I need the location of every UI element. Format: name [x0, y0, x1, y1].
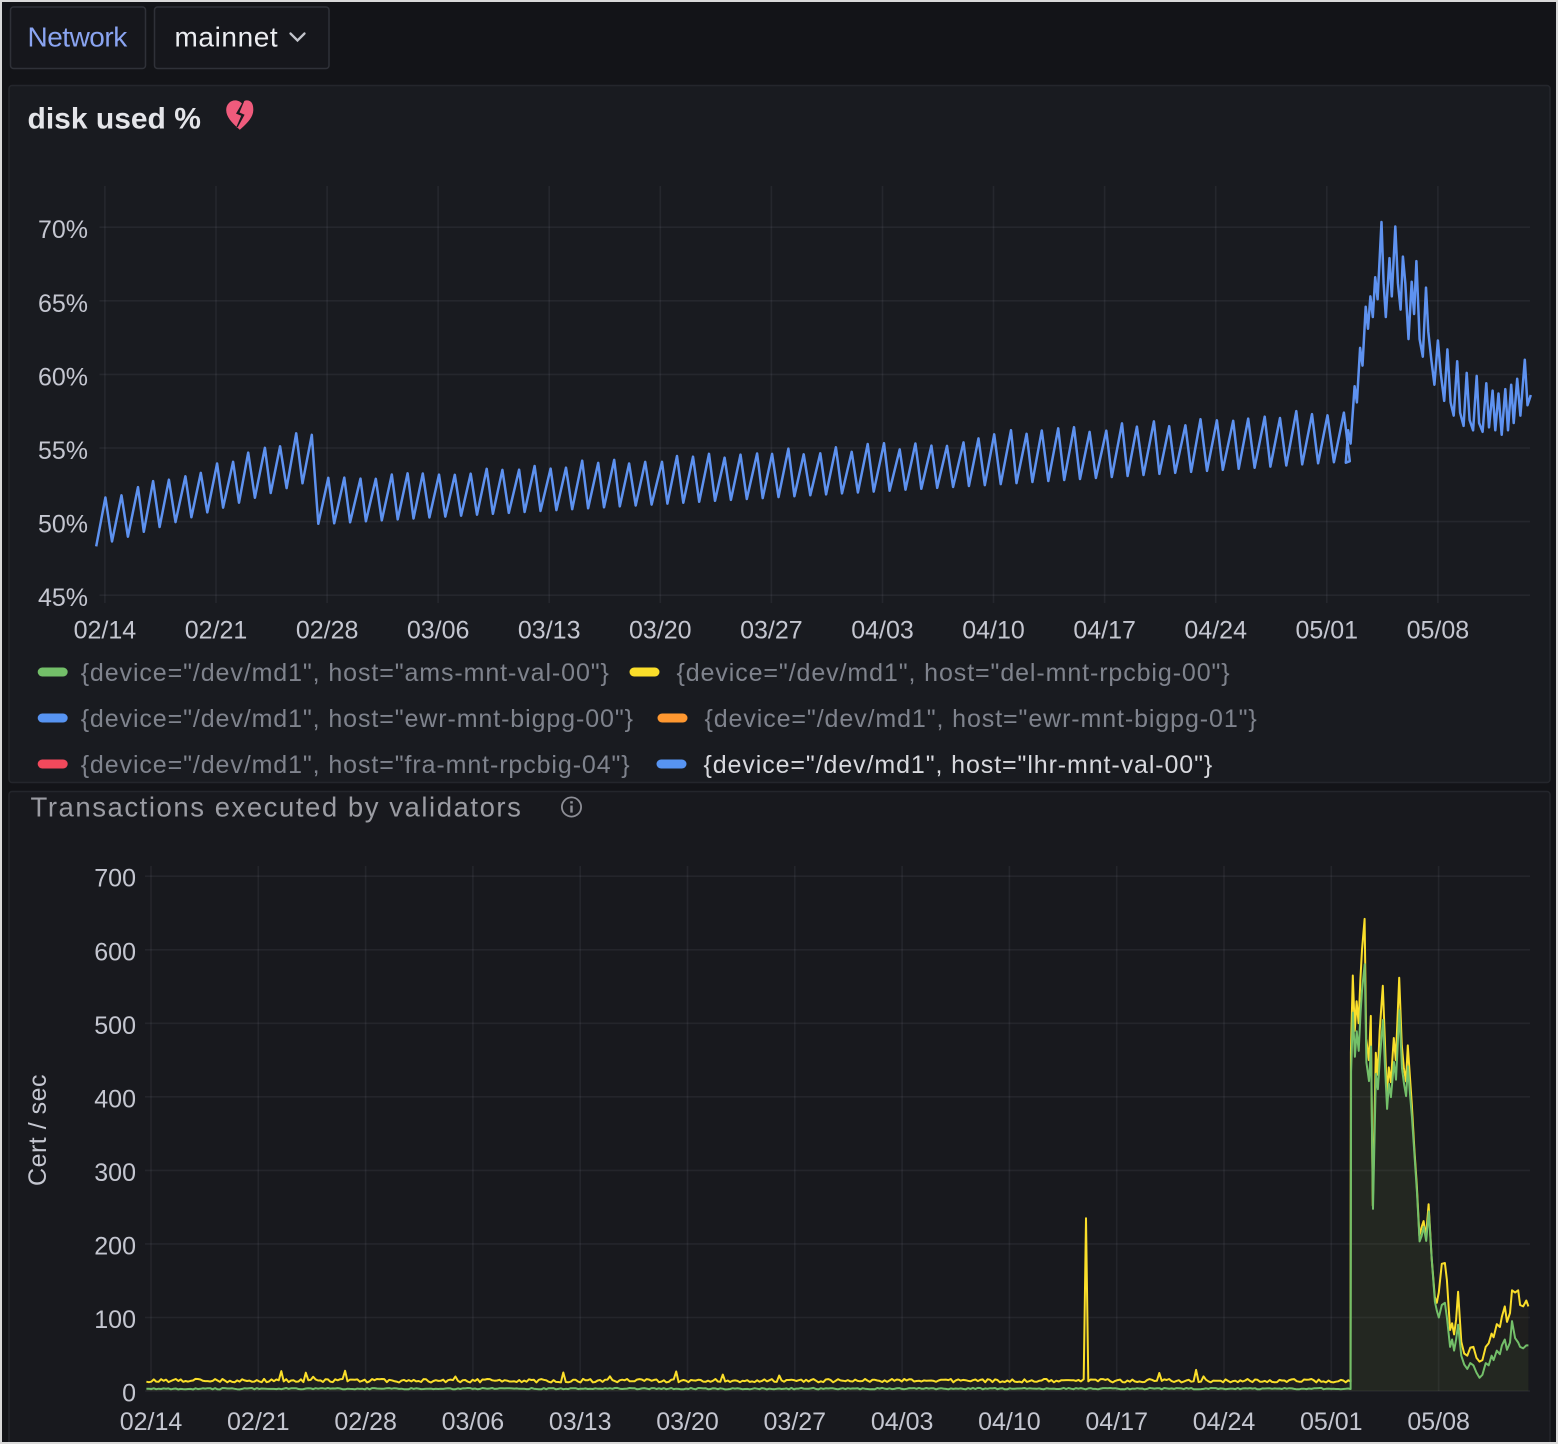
- svg-text:02/28: 02/28: [296, 617, 359, 645]
- svg-text:100: 100: [94, 1306, 136, 1334]
- svg-text:700: 700: [94, 865, 136, 893]
- svg-text:200: 200: [94, 1232, 136, 1260]
- svg-text:{device="/dev/md1", host="ams-: {device="/dev/md1", host="ams-mnt-val-00…: [81, 659, 610, 687]
- svg-text:04/03: 04/03: [871, 1408, 934, 1436]
- svg-text:04/03: 04/03: [851, 617, 914, 645]
- svg-text:04/17: 04/17: [1085, 1408, 1148, 1436]
- svg-text:{device="/dev/md1", host="fra-: {device="/dev/md1", host="fra-mnt-rpcbig…: [81, 751, 631, 779]
- svg-text:45%: 45%: [38, 584, 88, 612]
- svg-text:{device="/dev/md1", host="del-: {device="/dev/md1", host="del-mnt-rpcbig…: [677, 659, 1231, 687]
- svg-text:03/13: 03/13: [518, 617, 581, 645]
- svg-text:{device="/dev/md1", host="ewr-: {device="/dev/md1", host="ewr-mnt-bigpg-…: [705, 705, 1258, 733]
- svg-text:05/08: 05/08: [1407, 1408, 1470, 1436]
- svg-text:05/08: 05/08: [1407, 617, 1470, 645]
- svg-text:02/28: 02/28: [334, 1408, 397, 1436]
- svg-text:0: 0: [122, 1380, 136, 1408]
- svg-text:05/01: 05/01: [1296, 617, 1359, 645]
- svg-text:600: 600: [94, 938, 136, 966]
- svg-text:04/10: 04/10: [962, 617, 1025, 645]
- svg-text:Cert / sec: Cert / sec: [24, 1074, 52, 1186]
- svg-text:02/21: 02/21: [185, 617, 248, 645]
- svg-text:55%: 55%: [38, 437, 88, 465]
- svg-text:70%: 70%: [38, 216, 88, 244]
- svg-text:{device="/dev/md1", host="ewr-: {device="/dev/md1", host="ewr-mnt-bigpg-…: [81, 705, 634, 733]
- svg-text:04/24: 04/24: [1193, 1408, 1256, 1436]
- svg-text:60%: 60%: [38, 363, 88, 391]
- svg-text:04/10: 04/10: [978, 1408, 1041, 1436]
- svg-text:03/20: 03/20: [629, 617, 692, 645]
- svg-text:03/13: 03/13: [549, 1408, 612, 1436]
- svg-text:05/01: 05/01: [1300, 1408, 1363, 1436]
- svg-text:disk used %: disk used %: [28, 103, 201, 136]
- svg-text:Network: Network: [28, 22, 129, 53]
- svg-text:02/14: 02/14: [74, 617, 137, 645]
- svg-text:Transactions executed by valid: Transactions executed by validators: [31, 792, 523, 823]
- svg-text:{device="/dev/md1", host="lhr-: {device="/dev/md1", host="lhr-mnt-val-00…: [704, 751, 1214, 779]
- svg-text:04/24: 04/24: [1184, 617, 1247, 645]
- svg-text:65%: 65%: [38, 290, 88, 318]
- svg-text:02/14: 02/14: [120, 1408, 183, 1436]
- svg-text:03/27: 03/27: [764, 1408, 827, 1436]
- svg-text:03/27: 03/27: [740, 617, 803, 645]
- svg-text:02/21: 02/21: [227, 1408, 290, 1436]
- svg-text:500: 500: [94, 1012, 136, 1040]
- svg-text:mainnet: mainnet: [175, 22, 279, 53]
- svg-text:03/20: 03/20: [656, 1408, 719, 1436]
- svg-text:300: 300: [94, 1159, 136, 1187]
- svg-text:400: 400: [94, 1085, 136, 1113]
- svg-text:03/06: 03/06: [407, 617, 470, 645]
- svg-text:03/06: 03/06: [442, 1408, 505, 1436]
- svg-text:50%: 50%: [38, 511, 88, 539]
- svg-text:04/17: 04/17: [1073, 617, 1136, 645]
